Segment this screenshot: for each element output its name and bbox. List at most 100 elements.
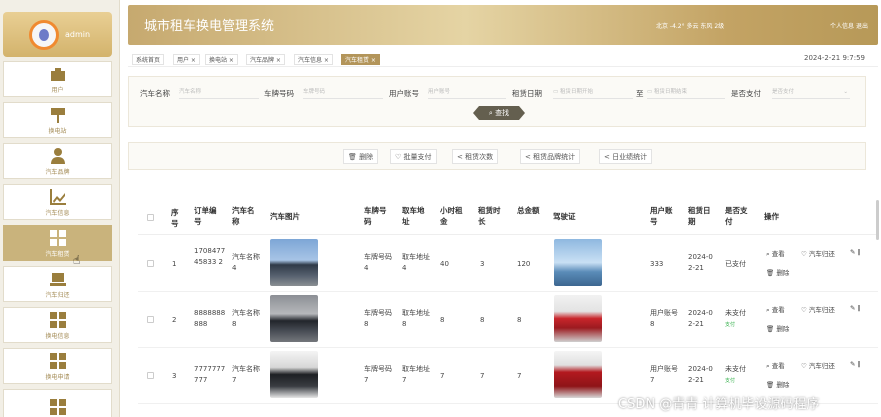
- delete-button[interactable]: 🗑 删除: [343, 149, 379, 164]
- sidebar: admin 用户 换电站 汽车品牌 汽车信息 汽车租赁 汽车归还 换电信息 换电…: [0, 0, 120, 417]
- return-label: 汽车归还: [808, 306, 835, 314]
- sidebar-item-label: 汽车归还: [45, 291, 70, 299]
- action-bar: 🗑 删除 ♡ 批量支付 < 租赁次数 < 租赁品牌统计 < 日业绩统计: [128, 142, 866, 170]
- col-order[interactable]: 订单编号: [194, 205, 218, 227]
- rent-count-button[interactable]: < 租赁次数: [452, 149, 499, 164]
- cell-order: 8888888888: [194, 309, 226, 328]
- cell-plate: 车牌号码8: [364, 309, 392, 328]
- col-total[interactable]: 总金额: [517, 205, 545, 216]
- car-name-input[interactable]: 汽车名称: [179, 86, 259, 99]
- col-car-name[interactable]: 汽车名称: [232, 205, 258, 227]
- brand-stats-button[interactable]: < 租赁品牌统计: [520, 149, 581, 164]
- sidebar-item-users[interactable]: 用户: [3, 61, 112, 97]
- edit-icon[interactable]: ✎ ‖: [850, 248, 861, 256]
- cell-account: 333: [650, 260, 664, 268]
- license-image: [554, 351, 602, 398]
- tag-stations[interactable]: 换电站 ×: [205, 54, 238, 65]
- trash-icon: 🗑: [766, 325, 775, 333]
- date-to-label: 至: [636, 89, 644, 98]
- col-account[interactable]: 用户账号: [650, 205, 674, 227]
- car-image: [270, 351, 318, 398]
- col-car-img[interactable]: 汽车图片: [270, 211, 330, 222]
- cell-total: 7: [517, 372, 522, 380]
- tag-car-info[interactable]: 汽车信息 ×: [294, 54, 333, 65]
- return-button[interactable]: ♡ 汽车归还: [801, 304, 835, 314]
- cell-station: 取车地址8: [402, 309, 430, 328]
- search-icon: ⌕: [766, 362, 770, 370]
- tag-brands[interactable]: 汽车品牌 ×: [246, 54, 285, 65]
- date-start-input[interactable]: ▭ 租赁日期开始: [553, 86, 633, 99]
- delete-row-button[interactable]: 🗑 删除: [766, 323, 789, 333]
- paid-label: 是否支付: [731, 89, 761, 98]
- search-icon: ⌕: [766, 250, 770, 258]
- cell-car-name: 汽车名称7: [232, 365, 260, 384]
- date-start-placeholder: 租赁日期开始: [559, 89, 593, 95]
- col-station[interactable]: 取车地址: [402, 205, 428, 227]
- edit-icon[interactable]: ✎ ‖: [850, 360, 861, 368]
- pay-link[interactable]: 支付: [725, 320, 735, 331]
- delete-row-button[interactable]: 🗑 删除: [766, 379, 789, 389]
- edit-icon[interactable]: ✎ ‖: [850, 304, 861, 312]
- batch-pay-button[interactable]: ♡ 批量支付: [390, 149, 437, 164]
- account-input[interactable]: 用户账号: [428, 86, 506, 99]
- row-checkbox[interactable]: [147, 316, 154, 323]
- vertical-scrollbar[interactable]: [876, 200, 879, 240]
- search-icon: ⌕: [488, 109, 493, 117]
- col-paid[interactable]: 是否支付: [725, 205, 749, 227]
- cell-station: 取车地址7: [402, 365, 430, 384]
- col-plate[interactable]: 车牌号码: [364, 205, 390, 227]
- sidebar-item-swap-info[interactable]: 换电信息: [3, 307, 112, 343]
- tag-users[interactable]: 用户 ×: [173, 54, 200, 65]
- rent-count-label: 租赁次数: [465, 153, 494, 161]
- trash-icon: 🗑: [766, 269, 775, 277]
- sidebar-item-more[interactable]: [3, 389, 112, 417]
- profile-link[interactable]: 个人信息: [830, 23, 854, 30]
- license-image: [554, 239, 602, 286]
- sidebar-item-swap-apply[interactable]: 换电申请: [3, 348, 112, 384]
- delete-label: 删除: [776, 325, 790, 333]
- cell-no: 3: [172, 372, 177, 380]
- plate-input[interactable]: 车牌号码: [303, 86, 383, 99]
- sidebar-item-car-info[interactable]: 汽车信息: [3, 184, 112, 220]
- admin-card[interactable]: admin: [3, 12, 112, 57]
- col-hourly[interactable]: 小时租金: [440, 205, 464, 227]
- view-button[interactable]: ⌕ 查看: [766, 248, 785, 259]
- return-button[interactable]: ♡ 汽车归还: [801, 248, 835, 258]
- logout-link[interactable]: 退出: [856, 23, 868, 30]
- sidebar-item-brands[interactable]: 汽车品牌: [3, 143, 112, 179]
- row-checkbox[interactable]: [147, 260, 154, 267]
- account-label: 用户账号: [389, 89, 419, 98]
- col-license[interactable]: 驾驶证: [553, 211, 603, 222]
- view-button[interactable]: ⌕ 查看: [766, 360, 785, 371]
- tag-rental[interactable]: 汽车租赁 ×: [341, 54, 380, 65]
- sidebar-item-stations[interactable]: 换电站: [3, 102, 112, 138]
- return-button[interactable]: ♡ 汽车归还: [801, 360, 835, 370]
- search-button[interactable]: ⌕ 查找: [473, 106, 525, 120]
- cell-car-name: 汽车名称8: [232, 309, 260, 328]
- sidebar-item-rental[interactable]: 汽车租赁: [3, 225, 112, 261]
- cell-account: 用户账号7: [650, 365, 678, 384]
- select-all-checkbox[interactable]: [147, 214, 154, 221]
- date-label: 租赁日期: [512, 89, 542, 98]
- tag-home[interactable]: 系统首页: [132, 54, 165, 65]
- paid-select[interactable]: 是否支付 ⌄: [772, 86, 850, 99]
- heart-icon: ♡: [801, 362, 807, 370]
- view-label: 查看: [771, 250, 785, 258]
- cell-date: 2024-02-21: [688, 253, 713, 272]
- share-icon: <: [604, 153, 610, 161]
- perf-stats-button[interactable]: < 日业绩统计: [599, 149, 653, 164]
- system-title: 城市租车换电管理系统: [144, 19, 275, 34]
- return-label: 汽车归还: [808, 250, 835, 258]
- col-duration[interactable]: 租赁时长: [478, 205, 502, 227]
- view-button[interactable]: ⌕ 查看: [766, 304, 785, 315]
- sidebar-item-return[interactable]: 汽车归还: [3, 266, 112, 302]
- avatar: [29, 19, 59, 50]
- pay-link[interactable]: 支付: [725, 376, 735, 387]
- col-date[interactable]: 租赁日期: [688, 205, 712, 227]
- hand-cursor-icon: ☝: [73, 253, 81, 267]
- delete-row-button[interactable]: 🗑 删除: [766, 267, 789, 277]
- cell-total: 120: [517, 260, 531, 268]
- table-header: 序号 订单编号 汽车名称 汽车图片 车牌号码 取车地址 小时租金 租赁时长 总金…: [138, 200, 878, 235]
- date-end-input[interactable]: ▭ 租赁日期结束: [647, 86, 725, 99]
- row-checkbox[interactable]: [147, 372, 154, 379]
